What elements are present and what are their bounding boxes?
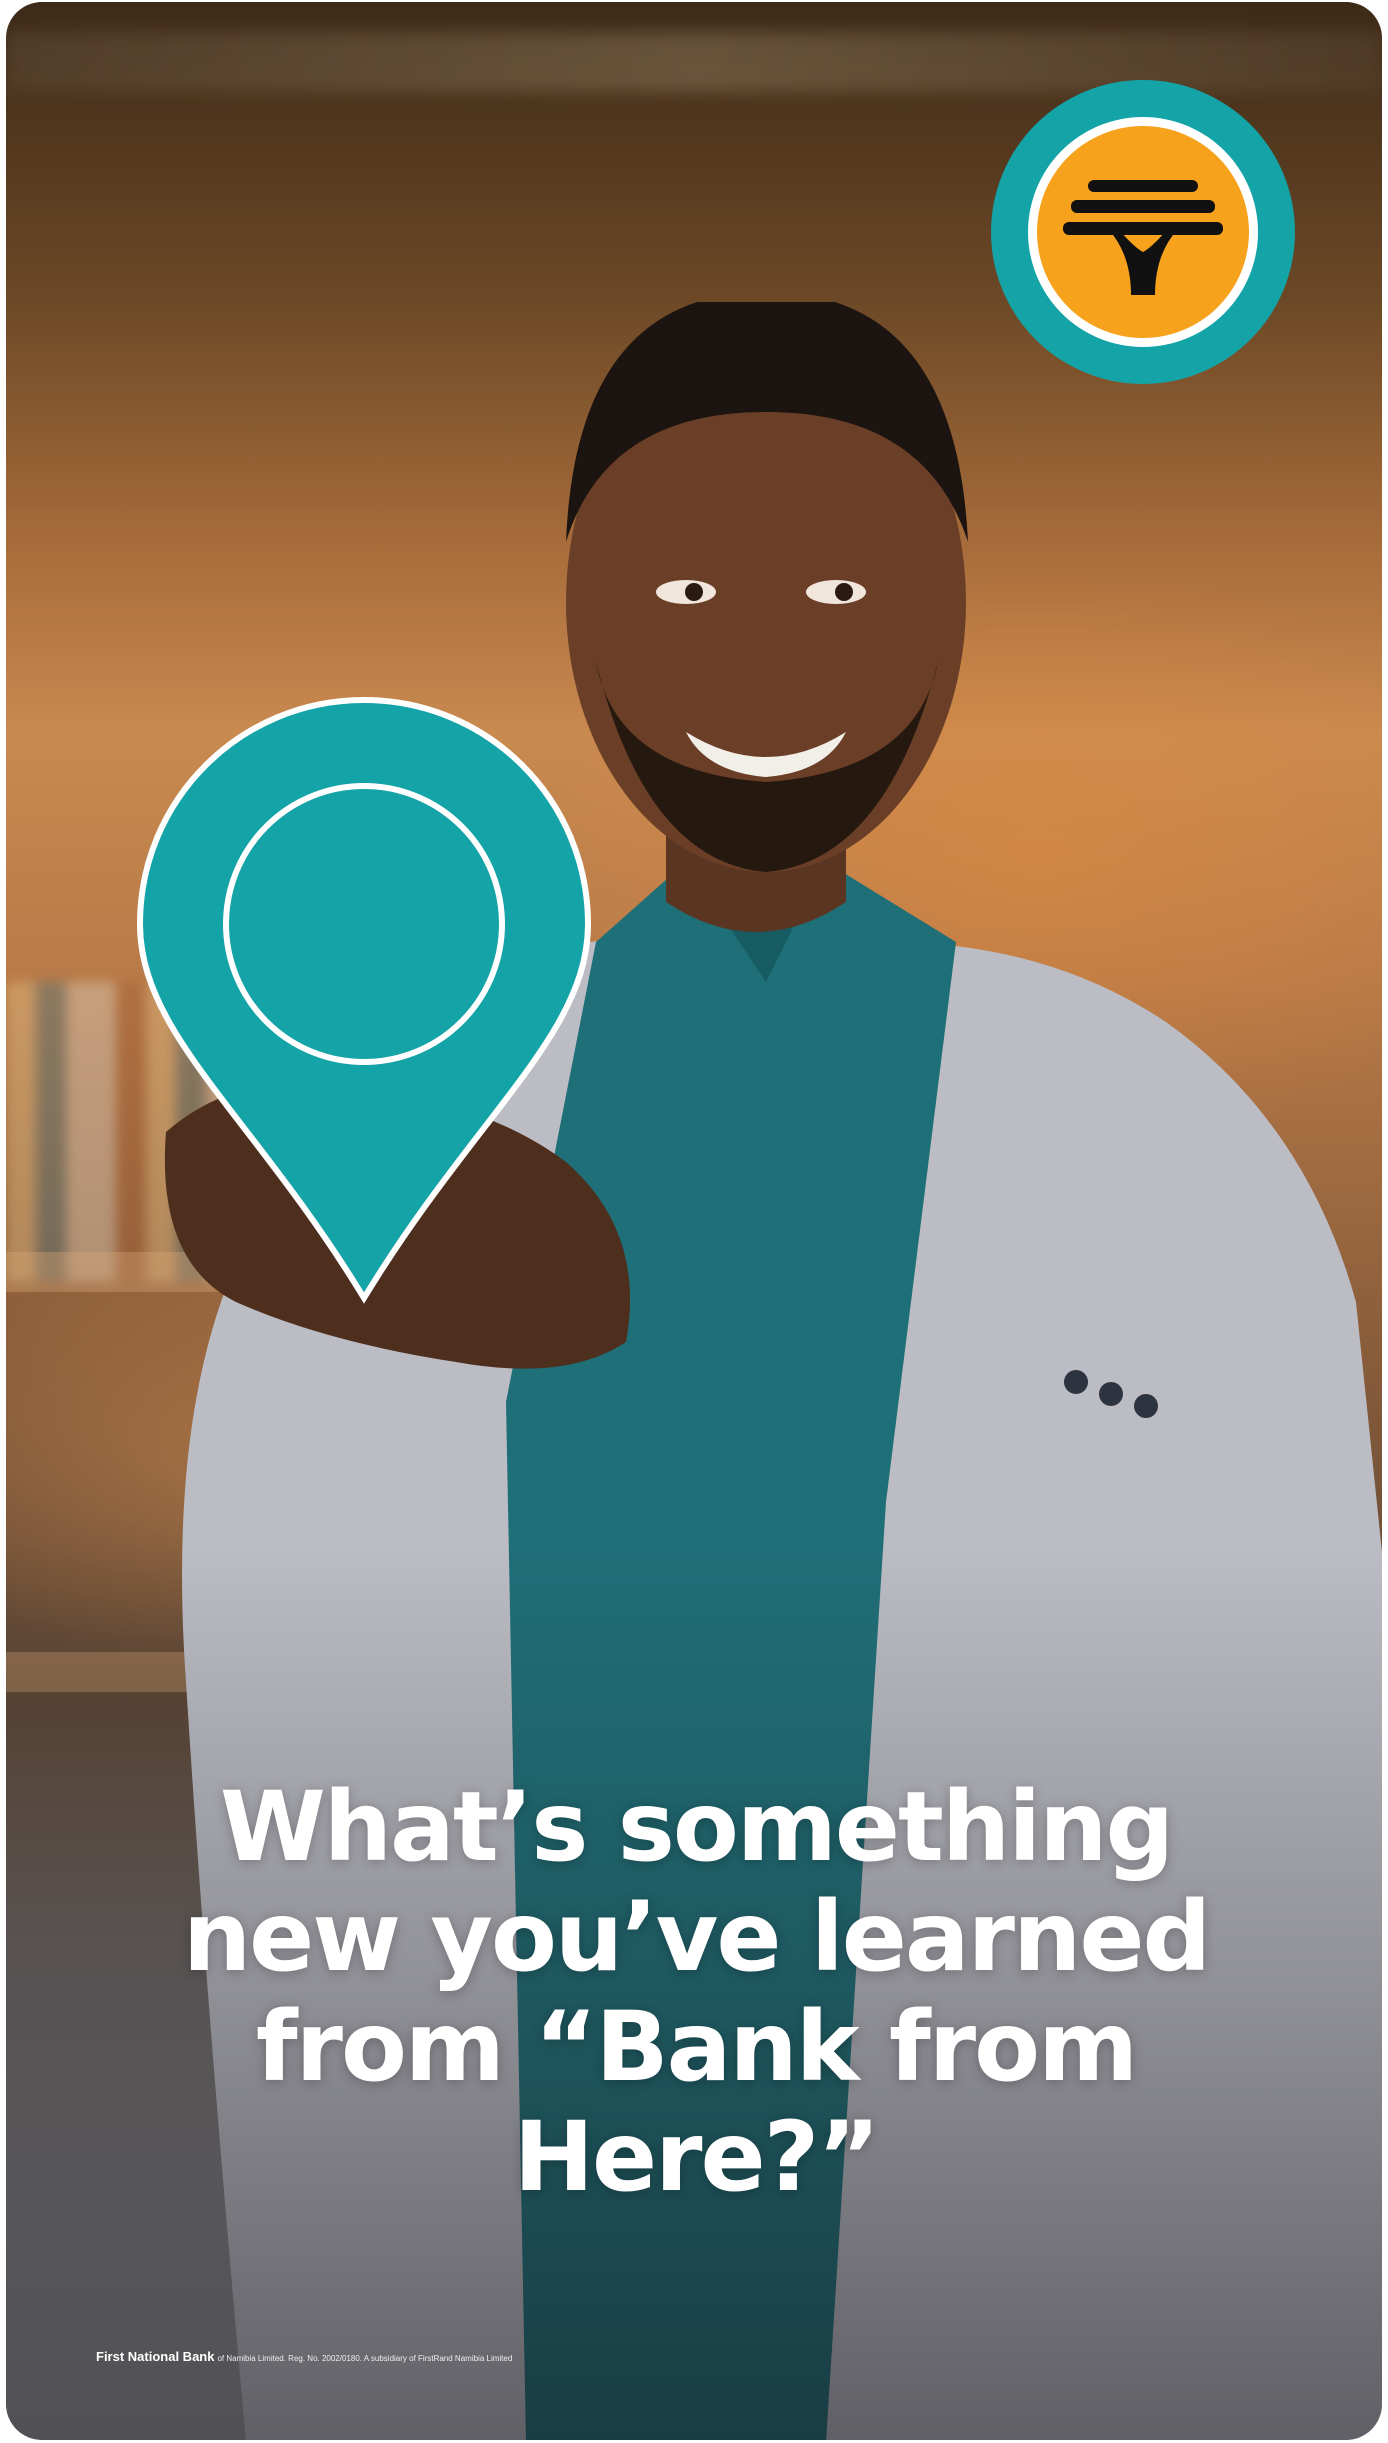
- legal-footer: First National Bank of Namibia Limited. R…: [96, 2348, 512, 2366]
- footer-brand: First National Bank: [96, 2349, 215, 2364]
- location-pin-icon: [136, 696, 592, 1304]
- footer-legal-text: of Namibia Limited. Reg. No. 2002/0180. …: [217, 2354, 513, 2363]
- fnb-tree-logo-icon: [991, 80, 1295, 384]
- headline-question: What’s something new you’ve learned from…: [146, 1772, 1246, 2212]
- headline-line: from “Bank from: [255, 1991, 1138, 2103]
- headline-line: Here?”: [513, 2101, 881, 2213]
- headline-line: What’s something: [219, 1771, 1174, 1883]
- headline-line: new you’ve learned: [182, 1881, 1211, 1993]
- story-card: What’s something new you’ve learned from…: [6, 2, 1382, 2440]
